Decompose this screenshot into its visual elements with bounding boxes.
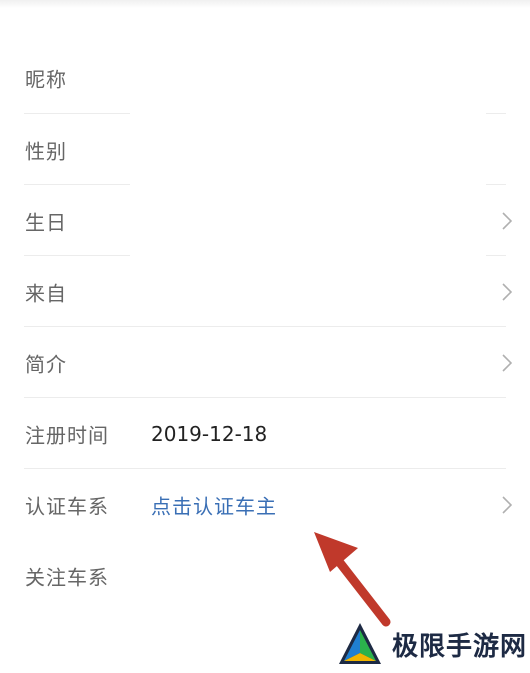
profile-page: 昵称 性别 生日 来自 简介 注册时间 2019-12-18 认证车系 点击认证… [0, 0, 530, 673]
chevron-right-icon [502, 495, 512, 514]
profile-row-bio[interactable]: 简介 [0, 327, 530, 398]
top-shadow-bar [0, 0, 530, 8]
watermark-text: 极限手游网 [392, 632, 528, 662]
row-label: 昵称 [25, 67, 67, 91]
watermark: 极限手游网 [336, 620, 526, 668]
chevron-right-icon [502, 353, 512, 372]
row-label: 认证车系 [25, 494, 109, 518]
profile-row-followed-series[interactable]: 关注车系 [0, 540, 530, 611]
profile-row-register-date: 注册时间 2019-12-18 [0, 398, 530, 469]
chevron-right-icon [502, 282, 512, 301]
red-pointer-arrow-icon [314, 532, 391, 627]
chevron-right-icon [502, 211, 512, 230]
row-label: 性别 [25, 139, 67, 163]
row-label: 生日 [25, 210, 67, 234]
profile-row-certified-series[interactable]: 认证车系 点击认证车主 [0, 469, 530, 540]
profile-row-birthday[interactable]: 生日 [0, 185, 530, 256]
profile-row-location[interactable]: 来自 [0, 256, 530, 327]
triangle-logo-icon [339, 623, 381, 664]
certify-owner-link[interactable]: 点击认证车主 [151, 490, 277, 519]
row-label: 关注车系 [25, 565, 109, 589]
row-label: 来自 [25, 281, 67, 305]
row-label: 简介 [25, 352, 67, 376]
row-label: 注册时间 [25, 423, 109, 447]
profile-row-nickname[interactable]: 昵称 [0, 42, 530, 113]
register-date-value: 2019-12-18 [151, 421, 268, 446]
profile-row-gender[interactable]: 性别 [0, 114, 530, 185]
